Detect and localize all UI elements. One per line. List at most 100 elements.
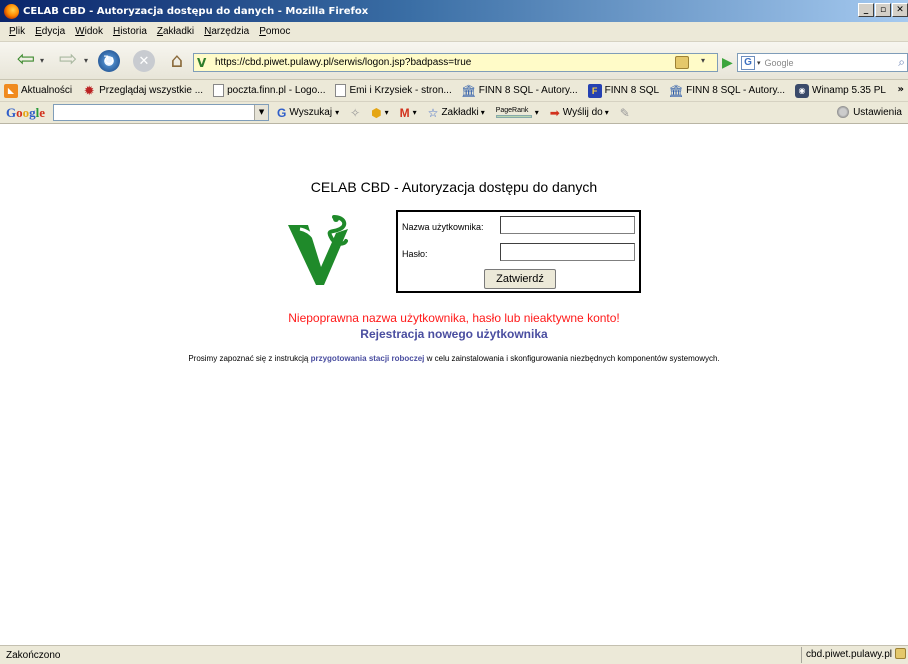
menu-pomoc[interactable]: Pomoc	[254, 26, 295, 37]
minimize-button[interactable]: _	[858, 3, 874, 17]
username-input[interactable]	[500, 216, 635, 234]
menu-bar: Plik Edycja Widok Historia Zakładki Narz…	[0, 22, 908, 42]
bookmarks-toolbar: ◣ Aktualności ✹ Przeglądaj wszystkie ...…	[0, 80, 908, 102]
instructions-text: Prosimy zapoznać się z instrukcją przygo…	[0, 354, 908, 363]
status-lock-icon[interactable]	[895, 648, 906, 659]
google-settings-button[interactable]: Ustawienia	[837, 106, 902, 118]
register-link[interactable]: Rejestracja nowego użytkownika	[0, 327, 908, 341]
stop-icon[interactable]: ✕	[133, 50, 155, 72]
search-engine-dropdown-icon[interactable]: ▾	[757, 59, 761, 67]
celab-logo-icon	[288, 215, 348, 285]
window-title: CELAB CBD - Autoryzacja dostępu do danyc…	[23, 5, 369, 17]
highlighter-button[interactable]: ✎	[620, 106, 633, 120]
search-engine-icon[interactable]: G	[741, 55, 755, 70]
send-arrow-icon: ➡	[549, 105, 560, 120]
lock-icon[interactable]	[675, 56, 689, 69]
go-icon[interactable]: ▶	[722, 55, 733, 71]
status-bar: Zakończono cbd.piwet.pulawy.pl	[0, 645, 908, 664]
status-domain[interactable]: cbd.piwet.pulawy.pl	[801, 647, 908, 663]
bookmark-label: Winamp 5.35 PL	[812, 85, 886, 96]
chevron-down-icon: ▾	[534, 108, 539, 117]
search-placeholder[interactable]: Google	[765, 58, 794, 68]
star-icon: ☆	[427, 105, 439, 120]
login-form: Nazwa użytkownika: Hasło: Zatwierdź	[396, 210, 641, 293]
status-text: Zakończono	[6, 650, 61, 661]
bank-icon: 🏛	[668, 83, 684, 98]
address-dropdown-icon[interactable]: ▾	[701, 56, 705, 65]
home-icon[interactable]: ⌂	[166, 48, 188, 72]
google-bookmarks-button[interactable]: ☆ Zakładki ▾	[428, 106, 488, 120]
star-small-icon: ✧	[350, 105, 361, 120]
google-search-dropdown-icon[interactable]: ▼	[254, 105, 269, 120]
address-url[interactable]: https://cbd.piwet.pulawy.pl/serwis/logon…	[215, 57, 471, 68]
gmail-icon: M	[399, 105, 410, 120]
settings-icon	[837, 106, 850, 118]
menu-edycja[interactable]: Edycja	[30, 26, 70, 37]
forward-history-dropdown-icon[interactable]: ▾	[84, 56, 88, 65]
chevron-down-icon: ▾	[384, 108, 389, 117]
menu-historia[interactable]: Historia	[108, 26, 152, 37]
finn-icon: F	[587, 83, 602, 98]
close-button[interactable]: ✕	[892, 3, 908, 17]
password-label: Hasło:	[402, 249, 428, 259]
pagerank-label: PageRank	[495, 107, 529, 114]
error-message: Niepoprawna nazwa użytkownika, hasło lub…	[288, 311, 620, 325]
bookmark-label: poczta.finn.pl - Logo...	[227, 85, 326, 96]
bookmark-finn-3[interactable]: 🏛 FINN 8 SQL - Autory...	[668, 83, 786, 98]
back-history-dropdown-icon[interactable]: ▾	[40, 56, 44, 65]
chevron-down-icon: ▾	[604, 108, 609, 117]
bookmark-label: Emi i Krzysiek - stron...	[349, 85, 452, 96]
google-bookmarks-label: Zakładki	[441, 107, 479, 118]
bookmark-aktualnosci[interactable]: ◣ Aktualności	[4, 83, 73, 98]
workstation-setup-link[interactable]: przygotowania stacji roboczej	[311, 354, 425, 363]
pagerank-bar	[495, 115, 532, 118]
send-to-label: Wyślij do	[562, 107, 603, 118]
site-favicon-icon: V	[197, 55, 207, 70]
bank-icon: 🏛	[461, 83, 477, 98]
bookmark-winamp[interactable]: ◉ Winamp 5.35 PL	[795, 83, 886, 98]
settings-label: Ustawienia	[853, 106, 902, 118]
bookmark-finn-2[interactable]: F FINN 8 SQL	[587, 83, 659, 98]
winamp-icon: ◉	[795, 83, 810, 98]
back-icon[interactable]: ⇦	[12, 49, 40, 71]
apps-icon: ⬢	[371, 105, 382, 120]
submit-button[interactable]: Zatwierdź	[484, 269, 556, 289]
search-bar[interactable]: G ▾ Google ⌕	[737, 53, 908, 72]
send-to-button[interactable]: ➡ Wyślij do ▾	[550, 106, 612, 120]
google-apps-button[interactable]: ⬢ ▾	[371, 106, 392, 120]
menu-plik[interactable]: Plik	[4, 26, 30, 37]
address-bar[interactable]: V https://cbd.piwet.pulawy.pl/serwis/log…	[193, 53, 718, 72]
magnifier-icon[interactable]: ⌕	[898, 55, 905, 70]
bookmark-emi[interactable]: Emi i Krzysiek - stron...	[335, 84, 452, 97]
rss-icon: ◣	[4, 83, 18, 98]
menu-zakladki[interactable]: Zakładki	[152, 26, 199, 37]
maximize-button[interactable]: ▫	[875, 3, 891, 17]
bookmark-poczta[interactable]: poczta.finn.pl - Logo...	[213, 84, 325, 97]
menu-narzedzia[interactable]: Narzędzia	[199, 26, 254, 37]
instructions-after: w celu zainstalowania i skonfigurowania …	[424, 354, 720, 363]
bookmarks-overflow-icon[interactable]: »	[898, 84, 904, 95]
username-label: Nazwa użytkownika:	[402, 222, 484, 232]
gmail-button[interactable]: M ▾	[400, 106, 420, 120]
menu-widok[interactable]: Widok	[70, 26, 108, 37]
bookmark-finn-1[interactable]: 🏛 FINN 8 SQL - Autory...	[461, 83, 578, 98]
password-input[interactable]	[500, 243, 635, 261]
bug-icon: ✹	[83, 82, 95, 98]
google-search-label: Wyszukaj	[289, 107, 333, 118]
bookmark-przegladaj[interactable]: ✹ Przeglądaj wszystkie ...	[82, 82, 204, 98]
chevron-down-icon: ▾	[412, 108, 417, 117]
google-bookmark-button[interactable]: ✧	[350, 106, 363, 120]
reload-icon[interactable]: ↻	[98, 50, 120, 72]
navigation-toolbar: ⇦ ▾ ⇨ ▾ ↻ ✕ ⌂ V https://cbd.piwet.pulawy…	[0, 42, 908, 80]
page-title: CELAB CBD - Autoryzacja dostępu do danyc…	[310, 179, 598, 195]
bookmark-label: Przeglądaj wszystkie ...	[99, 85, 204, 96]
bookmark-label: Aktualności	[21, 85, 73, 96]
google-search-input[interactable]: ▼	[53, 104, 270, 121]
bookmark-label: FINN 8 SQL - Autory...	[686, 85, 786, 96]
pagerank-indicator[interactable]: PageRank ▾	[495, 107, 542, 118]
forward-icon[interactable]: ⇨	[55, 49, 81, 71]
google-logo[interactable]: Google	[6, 105, 45, 121]
instructions-before: Prosimy zapoznać się z instrukcją	[188, 354, 311, 363]
google-search-button[interactable]: G Wyszukaj ▾	[277, 106, 342, 120]
page-content: CELAB CBD - Autoryzacja dostępu do danyc…	[0, 125, 908, 645]
